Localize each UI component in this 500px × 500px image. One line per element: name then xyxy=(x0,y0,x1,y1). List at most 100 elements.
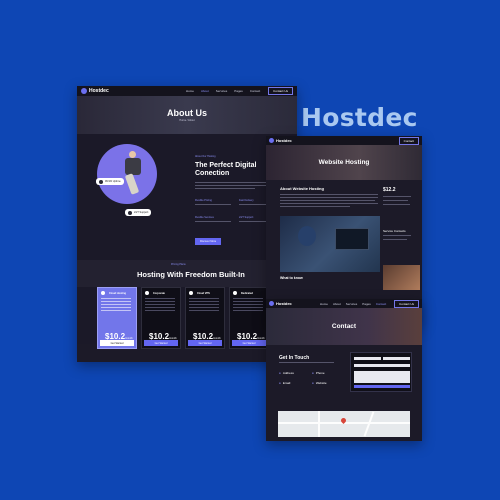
navbar: Hostdec Contact xyxy=(266,136,422,145)
sidebar-price: $12.2 xyxy=(383,187,396,193)
feature-title: Fast Delivery xyxy=(239,199,254,202)
logo-text: Hostdec xyxy=(89,88,109,94)
nav-link-contact[interactable]: Contact xyxy=(376,302,386,306)
email-field[interactable] xyxy=(383,357,410,360)
plan-icon xyxy=(101,291,105,295)
email-info: ● Email xyxy=(279,381,291,385)
nav-links: Home About Services Pages Contact xyxy=(186,89,260,93)
nav-link-about[interactable]: About xyxy=(201,89,209,93)
pricing-card: Cloud VPS $10.2/month Get Started xyxy=(185,287,225,349)
get-started-button[interactable]: Get Started xyxy=(100,340,134,346)
phone-icon: ● xyxy=(312,371,314,375)
nav-link-about[interactable]: About xyxy=(333,302,341,306)
nav-link-services[interactable]: Services xyxy=(216,89,228,93)
location-icon: ● xyxy=(279,371,281,375)
name-field[interactable] xyxy=(354,357,381,360)
nav-link-home[interactable]: Home xyxy=(320,302,328,306)
text-line xyxy=(383,200,408,201)
service-page-mockup: Hostdec Contact Website Hosting About We… xyxy=(266,136,422,326)
page-title: About Us xyxy=(167,108,207,118)
text-line xyxy=(280,197,378,198)
what-to-know-title: What to know xyxy=(280,276,303,280)
message-field[interactable] xyxy=(354,371,410,383)
email-icon: ● xyxy=(279,381,281,385)
logo[interactable]: Hostdec xyxy=(81,88,109,94)
brand-title: Hostdec xyxy=(301,103,418,132)
logo-icon xyxy=(269,138,274,143)
contact-form xyxy=(350,352,412,392)
phone-info: ● Phone xyxy=(312,371,325,375)
about-page-mockup: Hostdec Home About Services Pages Contac… xyxy=(77,86,297,362)
contact-us-button[interactable]: Contact Us xyxy=(394,299,419,308)
sidebar-label: Service Contacts xyxy=(383,229,406,233)
plan-icon xyxy=(233,291,237,295)
contact-button[interactable]: Contact xyxy=(398,136,419,145)
about-title: About Website Hosting xyxy=(280,186,324,191)
support-icon xyxy=(128,210,132,215)
address-info: ● Address xyxy=(279,371,294,375)
logo-icon xyxy=(269,301,274,306)
logo-text: Hostdec xyxy=(276,138,292,143)
text-line xyxy=(383,235,411,236)
contact-page-mockup: Hostdec Home About Services Pages Contac… xyxy=(266,299,422,441)
feature-title: Flexible Services xyxy=(195,216,214,219)
text-line xyxy=(280,203,378,204)
globe-icon: ● xyxy=(312,381,314,385)
text-line xyxy=(195,204,231,205)
logo[interactable]: Hostdec xyxy=(269,138,292,143)
nav-links: Home About Services Pages Contact xyxy=(320,302,386,306)
pricing-card: Dedicated $10.2/month Get Started xyxy=(229,287,269,349)
pricing-card: Cloud Hosting $10.2/month Get Started xyxy=(97,287,137,349)
page-hero: About Us Home / About xyxy=(77,96,297,134)
page-hero: Contact xyxy=(266,308,422,345)
server-icon xyxy=(99,179,103,184)
discover-more-button[interactable]: Discover More xyxy=(195,238,222,245)
subject-field[interactable] xyxy=(354,364,410,367)
breadcrumb: Home / About xyxy=(179,119,195,122)
pricing-card: Corporate $10.2/month Get Started xyxy=(141,287,181,349)
navbar: Hostdec Home About Services Pages Contac… xyxy=(266,299,422,308)
person-image xyxy=(123,151,145,195)
text-line xyxy=(280,206,350,207)
page-hero: Website Hosting xyxy=(266,145,422,180)
get-started-button[interactable]: Get Started xyxy=(188,340,222,346)
logo-icon xyxy=(81,88,87,94)
nav-link-pages[interactable]: Pages xyxy=(234,89,243,93)
text-line xyxy=(280,200,375,201)
section-label: About Our Hosting xyxy=(195,155,216,158)
support-chip: 24/7 Support xyxy=(125,209,152,216)
text-line xyxy=(383,204,410,205)
get-started-button[interactable]: Get Started xyxy=(144,340,178,346)
logo[interactable]: Hostdec xyxy=(269,301,292,306)
text-line xyxy=(383,196,411,197)
text-line xyxy=(279,362,334,363)
contact-us-button[interactable]: Contact Us xyxy=(268,87,293,95)
text-line xyxy=(280,194,378,195)
text-line xyxy=(195,188,255,189)
send-button[interactable] xyxy=(354,385,410,388)
uptime-chip: 99.9% Uptime xyxy=(96,178,124,185)
plan-icon xyxy=(145,291,149,295)
text-line xyxy=(383,239,407,240)
pricing-label: Pricing Plans xyxy=(171,263,186,266)
get-in-touch-title: Get In Touch xyxy=(279,355,310,361)
feature-title: Flexible Pricing xyxy=(195,199,212,202)
page-title: Website Hosting xyxy=(318,159,370,166)
nav-link-services[interactable]: Services xyxy=(346,302,358,306)
logo-text: Hostdec xyxy=(276,301,292,306)
page-title: Contact xyxy=(331,323,357,330)
pricing-title: Hosting With Freedom Built-In xyxy=(137,270,245,279)
hosting-photo xyxy=(280,216,380,272)
nav-link-pages[interactable]: Pages xyxy=(362,302,371,306)
location-map[interactable] xyxy=(278,411,410,437)
plan-icon xyxy=(189,291,193,295)
get-started-button[interactable]: Get Started xyxy=(232,340,266,346)
pricing-cards: Cloud Hosting $10.2/month Get Started Co… xyxy=(97,287,269,349)
navbar: Hostdec Home About Services Pages Contac… xyxy=(77,86,297,96)
feature-title: 24/7 Support xyxy=(239,216,254,219)
nav-link-home[interactable]: Home xyxy=(186,89,194,93)
sidebar-photo xyxy=(383,265,420,290)
nav-link-contact[interactable]: Contact xyxy=(250,89,260,93)
text-line xyxy=(195,185,275,186)
text-line xyxy=(195,221,231,222)
